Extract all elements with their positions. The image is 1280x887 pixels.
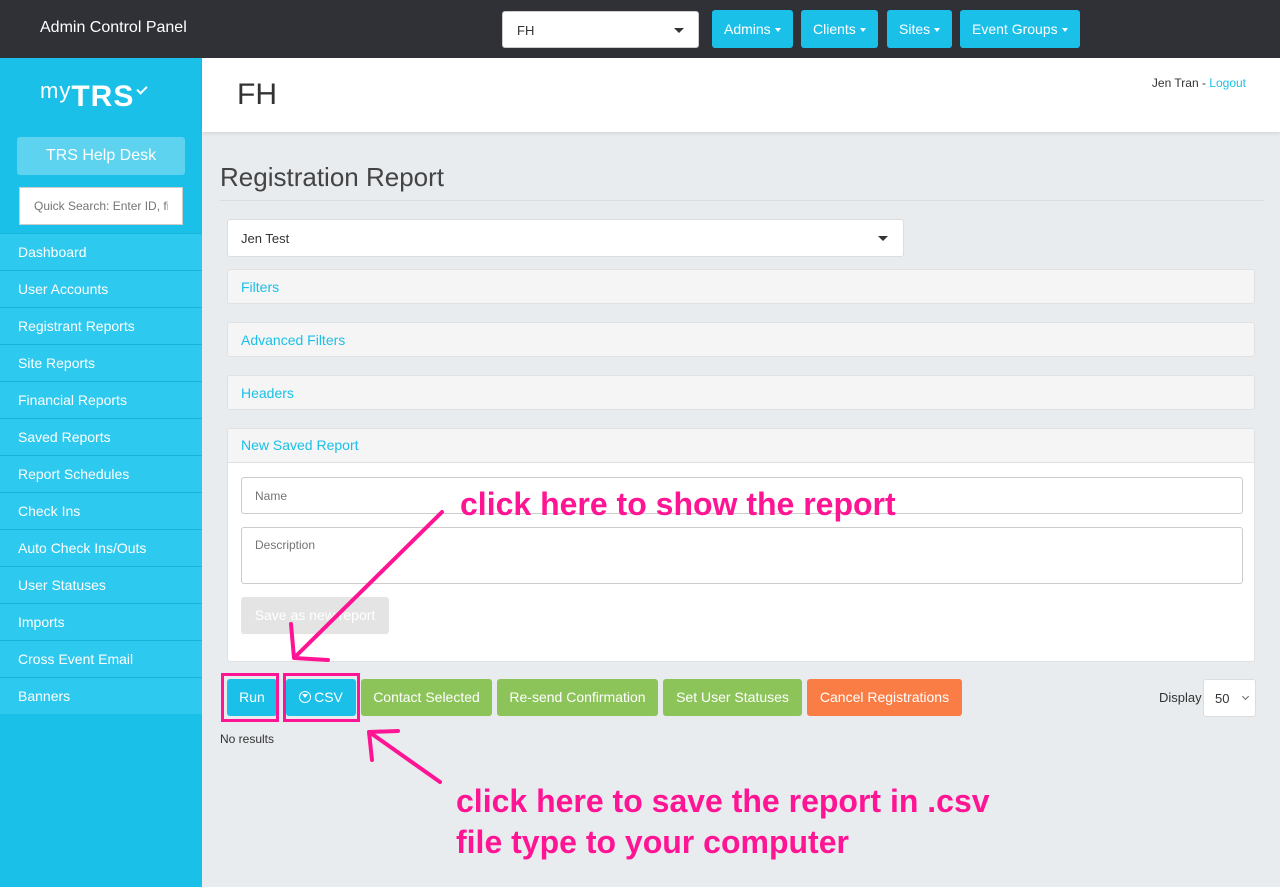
report-description-input[interactable] xyxy=(241,527,1243,584)
top-navbar: Admin Control Panel FH Admins Clients Si… xyxy=(0,0,1280,58)
headers-panel-title: Headers xyxy=(241,385,294,401)
sidebar-item-imports[interactable]: Imports xyxy=(0,603,202,640)
sidebar-item-dashboard[interactable]: Dashboard xyxy=(0,233,202,270)
contact-selected-button[interactable]: Contact Selected xyxy=(361,679,492,716)
sidebar-nav: Dashboard User Accounts Registrant Repor… xyxy=(0,233,202,714)
caret-down-icon xyxy=(934,28,941,33)
display-count-value: 50 xyxy=(1215,691,1230,706)
sidebar-item-banners[interactable]: Banners xyxy=(0,677,202,714)
csv-arrow-head xyxy=(367,729,400,762)
saved-report-select-value: Jen Test xyxy=(241,231,290,246)
help-desk-button[interactable]: TRS Help Desk xyxy=(17,137,185,175)
caret-down-icon xyxy=(859,28,866,33)
csv-annotation-text-line1: click here to save the report in .csv xyxy=(456,783,990,819)
sidebar-item-user-statuses[interactable]: User Statuses xyxy=(0,566,202,603)
csv-arrow-line xyxy=(370,732,442,784)
save-new-report-button[interactable]: Save as new report xyxy=(241,597,389,634)
sidebar-item-auto-check-ins[interactable]: Auto Check Ins/Outs xyxy=(0,529,202,566)
caret-down-icon xyxy=(674,28,684,33)
logo-prefix: my xyxy=(40,78,72,103)
display-count-select[interactable]: 50 xyxy=(1203,679,1256,717)
display-label: Display xyxy=(1159,690,1202,705)
mytrs-logo[interactable]: myTRS xyxy=(40,78,148,114)
event-groups-menu-button[interactable]: Event Groups xyxy=(960,10,1080,48)
sites-menu-button[interactable]: Sites xyxy=(887,10,953,48)
user-name: Jen Tran xyxy=(1151,76,1199,90)
sidebar-item-report-schedules[interactable]: Report Schedules xyxy=(0,455,202,492)
clients-menu-label: Clients xyxy=(813,21,856,37)
run-annotation-text: click here to show the report xyxy=(460,486,896,522)
new-saved-report-title[interactable]: New Saved Report xyxy=(228,429,1254,463)
sidebar-item-site-reports[interactable]: Site Reports xyxy=(0,344,202,381)
csv-annotation-text-line2: file type to your computer xyxy=(456,824,849,860)
client-select-value: FH xyxy=(517,23,535,38)
chevron-down-icon xyxy=(1241,692,1250,701)
advanced-filters-panel[interactable]: Advanced Filters xyxy=(227,322,1255,357)
app-title: Admin Control Panel xyxy=(40,19,187,36)
sidebar-item-financial-reports[interactable]: Financial Reports xyxy=(0,381,202,418)
divider xyxy=(220,200,1264,201)
checkmark-icon xyxy=(136,83,148,95)
logo-main: TRS xyxy=(71,80,135,113)
quick-search-input[interactable] xyxy=(19,187,183,225)
sidebar-item-registrant-reports[interactable]: Registrant Reports xyxy=(0,307,202,344)
user-separator: - xyxy=(1198,76,1210,90)
sidebar: myTRS TRS Help Desk Dashboard User Accou… xyxy=(0,58,202,887)
sidebar-item-user-accounts[interactable]: User Accounts xyxy=(0,270,202,307)
page-title: FH xyxy=(237,78,277,111)
sites-menu-label: Sites xyxy=(899,21,931,37)
csv-highlight-box xyxy=(283,673,360,722)
logout-link[interactable]: Logout xyxy=(1209,76,1246,90)
run-highlight-box xyxy=(221,673,279,722)
sidebar-item-saved-reports[interactable]: Saved Reports xyxy=(0,418,202,455)
caret-down-icon xyxy=(774,28,781,33)
admins-menu-label: Admins xyxy=(724,21,771,37)
clients-menu-button[interactable]: Clients xyxy=(801,10,878,48)
no-results-text: No results xyxy=(220,732,275,746)
sidebar-item-cross-event-email[interactable]: Cross Event Email xyxy=(0,640,202,677)
user-info: Jen Tran - Logout xyxy=(1152,76,1246,90)
report-title: Registration Report xyxy=(220,162,444,192)
new-saved-report-panel: New Saved Report Save as new report xyxy=(227,428,1255,662)
page-header: FH Jen Tran - Logout xyxy=(202,58,1280,132)
caret-down-icon xyxy=(1061,28,1068,33)
admins-menu-button[interactable]: Admins xyxy=(712,10,793,48)
advanced-filters-panel-title: Advanced Filters xyxy=(241,332,346,348)
filters-panel[interactable]: Filters xyxy=(227,269,1255,304)
headers-panel[interactable]: Headers xyxy=(227,375,1255,410)
filters-panel-title: Filters xyxy=(241,279,280,295)
caret-down-icon xyxy=(878,236,888,241)
cancel-registrations-button[interactable]: Cancel Registrations xyxy=(807,679,962,716)
set-user-statuses-button[interactable]: Set User Statuses xyxy=(663,679,802,716)
sidebar-item-check-ins[interactable]: Check Ins xyxy=(0,492,202,529)
resend-confirmation-button[interactable]: Re-send Confirmation xyxy=(497,679,658,716)
saved-report-select[interactable]: Jen Test xyxy=(227,219,904,257)
client-select[interactable]: FH xyxy=(502,11,699,48)
event-groups-menu-label: Event Groups xyxy=(972,21,1058,37)
